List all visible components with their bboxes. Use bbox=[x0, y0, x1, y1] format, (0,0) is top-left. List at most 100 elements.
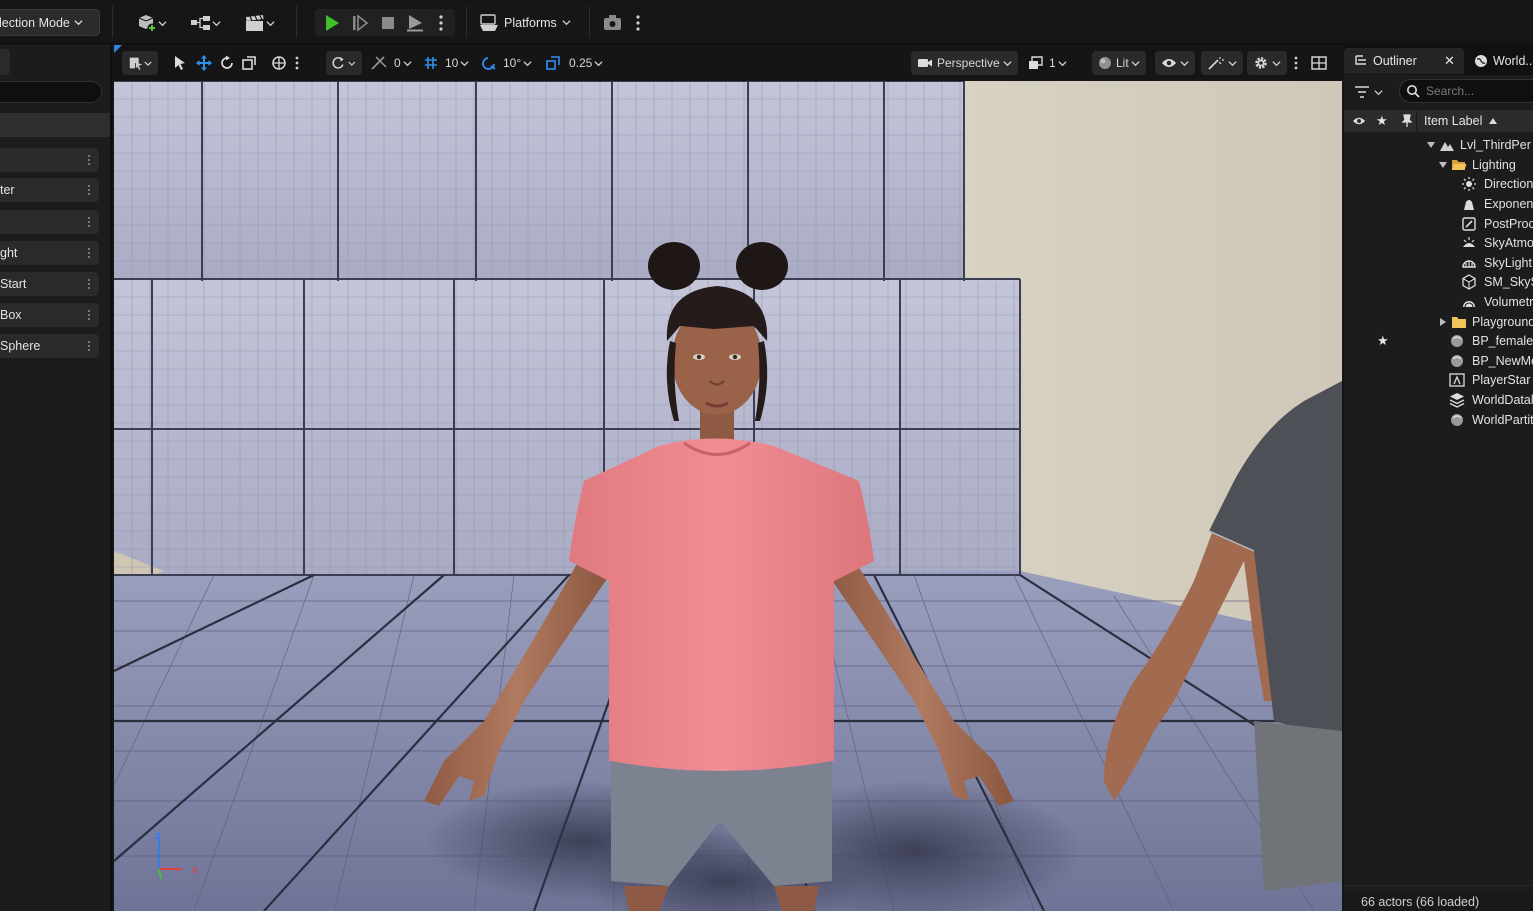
tree-row[interactable]: ★ BP_female_ bbox=[1344, 331, 1533, 351]
coordinate-system bbox=[268, 51, 308, 75]
collapse-arrow-icon[interactable] bbox=[1438, 317, 1448, 327]
chevron-down-icon bbox=[403, 60, 412, 66]
realtime-dropdown[interactable] bbox=[1201, 51, 1243, 75]
sky-light-icon bbox=[1462, 260, 1476, 268]
search-icon bbox=[1407, 85, 1420, 98]
viewport-more-button[interactable] bbox=[1294, 51, 1298, 75]
place-actor-item[interactable]: Sphere bbox=[0, 334, 99, 358]
player-start-icon bbox=[1449, 373, 1465, 388]
axis-z-label: z bbox=[154, 830, 160, 842]
category-header bbox=[0, 113, 110, 137]
actor-icon bbox=[1451, 354, 1463, 367]
tree-row[interactable]: BP_NewMe bbox=[1344, 351, 1533, 371]
place-actor-item[interactable]: ght bbox=[0, 241, 99, 265]
expand-arrow-icon[interactable] bbox=[1426, 140, 1436, 150]
more-vertical-icon[interactable] bbox=[295, 56, 299, 70]
tree-row[interactable]: PostProc bbox=[1344, 214, 1533, 234]
pin-icon[interactable] bbox=[1401, 114, 1413, 128]
place-actor-item[interactable]: ter bbox=[0, 178, 99, 202]
camera-settings-icon bbox=[604, 15, 621, 30]
view-mode-dropdown[interactable]: Lit bbox=[1092, 51, 1146, 75]
translate-icon[interactable] bbox=[195, 54, 213, 72]
settings-camera-button[interactable] bbox=[600, 11, 626, 35]
play-options-button[interactable] bbox=[433, 12, 449, 34]
tree-row[interactable]: WorldDatal bbox=[1344, 390, 1533, 410]
panel-tab[interactable] bbox=[0, 49, 10, 75]
tree-row[interactable]: WorldPartit bbox=[1344, 410, 1533, 430]
selection-mode-dropdown[interactable]: lection Mode bbox=[0, 9, 100, 36]
tree-row[interactable]: SM_SkyS bbox=[1344, 273, 1533, 293]
visibility-eye-icon[interactable] bbox=[1352, 116, 1366, 126]
translate-snap-dropdown[interactable]: 0 bbox=[370, 51, 412, 75]
blueprints-button[interactable] bbox=[186, 11, 224, 35]
chevron-down-icon bbox=[74, 20, 83, 26]
close-icon[interactable]: ✕ bbox=[1444, 53, 1455, 69]
cinematics-button[interactable] bbox=[240, 11, 278, 35]
folder-icon bbox=[1452, 316, 1466, 328]
place-actor-item[interactable]: Box bbox=[0, 303, 99, 327]
chevron-down-icon bbox=[348, 61, 356, 66]
rotate-snap-dropdown[interactable]: 10° bbox=[481, 51, 532, 75]
level-viewport[interactable]: 0 10 10° 0.25 Perspective 1 Lit x z bbox=[114, 45, 1342, 911]
perspective-dropdown[interactable]: Perspective bbox=[911, 51, 1018, 75]
expand-arrow-icon[interactable] bbox=[1438, 160, 1448, 170]
tree-row[interactable]: SkyAtmo bbox=[1344, 233, 1533, 253]
place-actor-item[interactable] bbox=[0, 210, 99, 234]
platforms-button[interactable]: Platforms bbox=[478, 9, 571, 36]
outliner-filter-button[interactable] bbox=[1354, 81, 1383, 103]
layout-grid-icon bbox=[1311, 56, 1327, 70]
tree-row[interactable]: Lighting bbox=[1344, 155, 1533, 175]
tab-world-settings[interactable]: World.. bbox=[1474, 48, 1533, 74]
chevron-down-icon bbox=[523, 60, 532, 66]
world-globe-icon[interactable] bbox=[271, 55, 287, 71]
item-label-column[interactable]: Item Label bbox=[1424, 114, 1482, 128]
clapperboard-icon bbox=[245, 15, 263, 31]
favorite-star-icon[interactable]: ★ bbox=[1376, 113, 1388, 129]
rotate-icon[interactable] bbox=[219, 55, 235, 71]
toolbar-more-button[interactable] bbox=[630, 11, 646, 35]
lit-sphere-icon bbox=[1099, 57, 1111, 69]
select-arrow-icon[interactable] bbox=[172, 55, 188, 71]
favorite-star-icon[interactable]: ★ bbox=[1377, 333, 1389, 349]
tree-row[interactable]: Playground bbox=[1344, 312, 1533, 332]
transform-mode-dropdown[interactable] bbox=[122, 51, 158, 75]
drag-handle-icon bbox=[87, 154, 91, 166]
add-actor-button[interactable] bbox=[132, 11, 170, 35]
scale-snap-icon bbox=[546, 56, 560, 70]
chevron-down-icon bbox=[144, 60, 152, 66]
grid-snap-dropdown[interactable]: 10 bbox=[423, 51, 469, 75]
drag-handle-icon bbox=[87, 184, 91, 196]
outliner-tab-bar: Outliner ✕ World.. bbox=[1344, 45, 1533, 75]
viewport-settings-dropdown[interactable] bbox=[1247, 51, 1287, 75]
tab-outliner[interactable]: Outliner ✕ bbox=[1344, 48, 1464, 74]
viewport-active-marker bbox=[114, 45, 122, 53]
scale-icon[interactable] bbox=[241, 55, 257, 71]
surface-snap-dropdown[interactable] bbox=[326, 51, 362, 75]
outliner-search-input[interactable] bbox=[1426, 84, 1533, 98]
place-actors-search[interactable] bbox=[0, 81, 102, 103]
tree-row[interactable]: SkyLight bbox=[1344, 253, 1533, 273]
tree-row[interactable]: PlayerStar bbox=[1344, 371, 1533, 391]
outliner-icon bbox=[1355, 55, 1366, 65]
viewport-layout-button[interactable] bbox=[1311, 51, 1327, 75]
directional-light-icon bbox=[1462, 177, 1476, 192]
play-button[interactable] bbox=[321, 12, 343, 34]
eye-icon bbox=[1162, 59, 1176, 67]
stop-button[interactable] bbox=[377, 12, 399, 34]
tree-row[interactable]: Direction bbox=[1344, 175, 1533, 195]
play-controls bbox=[315, 9, 455, 36]
eject-button[interactable] bbox=[404, 12, 426, 34]
advance-frame-button[interactable] bbox=[349, 12, 371, 34]
drag-handle-icon bbox=[87, 309, 91, 321]
show-flags-dropdown[interactable] bbox=[1155, 51, 1195, 75]
place-actor-item[interactable]: Start bbox=[0, 272, 99, 296]
place-actor-item[interactable] bbox=[0, 148, 99, 172]
tree-row[interactable]: Volumetr bbox=[1344, 292, 1533, 312]
tree-row[interactable]: Exponen bbox=[1344, 194, 1533, 214]
rotate-snap-value: 10° bbox=[503, 56, 522, 70]
camera-speed-dropdown[interactable]: 1 bbox=[1028, 51, 1067, 75]
tree-row[interactable]: Lvl_ThirdPer bbox=[1344, 135, 1533, 155]
outliner-search[interactable] bbox=[1399, 79, 1533, 103]
sort-ascending-icon bbox=[1489, 118, 1497, 124]
scale-snap-dropdown[interactable]: 0.25 bbox=[545, 51, 603, 75]
